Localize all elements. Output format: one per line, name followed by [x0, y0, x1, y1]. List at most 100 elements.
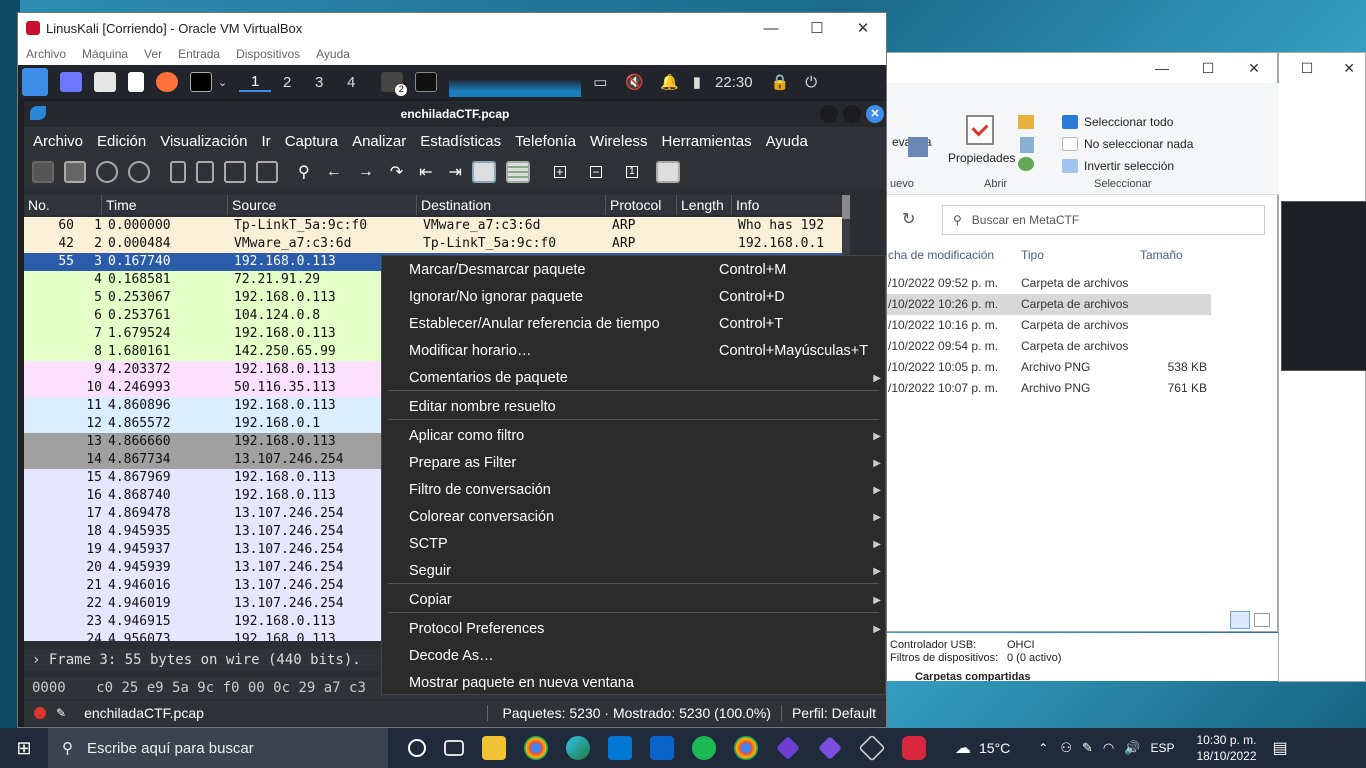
chevron-down-icon[interactable]: ⌄ — [218, 76, 227, 89]
menu-wireless[interactable]: Wireless — [590, 133, 648, 150]
minimize-button[interactable]: — — [748, 13, 794, 43]
col-length[interactable]: Length — [677, 195, 732, 215]
properties-button[interactable]: Propiedades — [948, 151, 1015, 165]
close-icon[interactable]: ✕ — [1231, 60, 1277, 77]
history-icon[interactable] — [1018, 157, 1034, 171]
close-button[interactable]: ✕ — [866, 105, 884, 123]
menu-entrada[interactable]: Entrada — [178, 47, 220, 61]
resize-columns-icon[interactable] — [655, 161, 680, 183]
context-menu-item[interactable]: Ignorar/No ignorar paquete Control+D — [382, 284, 885, 311]
edit-icon[interactable] — [1020, 137, 1034, 153]
edit-comment-icon[interactable]: ✎ — [56, 706, 66, 720]
select-all-button[interactable]: Seleccionar todo — [1062, 115, 1173, 129]
mute-icon[interactable]: 🔇 — [625, 73, 644, 91]
go-forward-icon[interactable]: → — [358, 163, 374, 181]
select-none-button[interactable]: No seleccionar nada — [1062, 137, 1193, 151]
maximize-icon[interactable]: ☐ — [1301, 60, 1314, 77]
network-icon[interactable]: ⚇ — [1060, 740, 1072, 756]
maximize-button[interactable]: ☐ — [794, 13, 840, 43]
chevron-up-icon[interactable]: ⌃ — [1038, 741, 1048, 755]
col-source[interactable]: Source — [228, 195, 417, 215]
workspace-3[interactable]: 3 — [303, 74, 335, 91]
file-row[interactable]: /10/2022 10:16 p. m. Carpeta de archivos — [886, 315, 1211, 336]
terminal-icon[interactable] — [190, 72, 212, 92]
weather-temp[interactable]: 15°C — [979, 740, 1010, 756]
menu-ayuda[interactable]: Ayuda — [316, 47, 350, 61]
col-destination[interactable]: Destination — [417, 195, 606, 215]
chrome-profile-icon[interactable] — [734, 736, 758, 760]
edge-icon[interactable] — [566, 736, 590, 760]
wireshark-task-icon[interactable] — [415, 72, 438, 92]
desktop-icon[interactable] — [60, 72, 82, 92]
file-manager-icon[interactable] — [94, 72, 116, 92]
capture-status-icon[interactable] — [34, 707, 46, 719]
context-menu-item[interactable]: Copiar ▶ — [382, 587, 885, 614]
virtualbox-icon[interactable] — [902, 736, 926, 760]
context-menu-item[interactable]: Filtro de conversación ▶ — [382, 477, 885, 504]
capture-options-icon[interactable] — [128, 161, 150, 183]
cube-icon[interactable] — [858, 734, 886, 762]
text-editor-icon[interactable] — [128, 72, 144, 92]
col-type[interactable]: Tipo — [1021, 248, 1044, 262]
workspace-1[interactable]: 1 — [239, 73, 272, 92]
bytes-hex[interactable]: c0 25 e9 5a 9c f0 00 0c 29 a7 c3 — [96, 680, 366, 696]
mail-icon[interactable] — [650, 736, 674, 760]
properties-icon[interactable] — [966, 115, 994, 145]
col-date[interactable]: cha de modificación — [888, 248, 994, 262]
details-view-icon[interactable] — [1230, 611, 1250, 629]
go-back-icon[interactable]: ← — [326, 163, 342, 181]
context-menu-item[interactable]: Establecer/Anular referencia de tiempo Co… — [382, 311, 885, 338]
panel-clock[interactable]: 22:30 — [715, 74, 753, 91]
menu-ver[interactable]: Ver — [144, 47, 162, 61]
col-no[interactable]: No. — [24, 195, 102, 215]
reload-file-icon[interactable] — [256, 161, 278, 183]
menu-ayuda[interactable]: Ayuda — [766, 133, 808, 150]
col-time[interactable]: Time — [102, 195, 228, 215]
menu-ir[interactable]: Ir — [262, 133, 271, 150]
weather-icon[interactable]: ☁ — [955, 738, 971, 758]
obsidian-icon[interactable] — [776, 736, 800, 760]
file-row[interactable]: /10/2022 10:26 p. m. Carpeta de archivos — [886, 294, 1211, 315]
zoom-in-icon[interactable]: + — [553, 166, 566, 178]
col-protocol[interactable]: Protocol — [606, 195, 677, 215]
menu-dispositivos[interactable]: Dispositivos — [236, 47, 300, 61]
file-row[interactable]: /10/2022 10:07 p. m. Archivo PNG 761 KB — [886, 378, 1211, 399]
notification-bell-icon[interactable]: 🔔 — [660, 73, 679, 91]
context-menu-item[interactable]: Modificar horario… Control+Mayúsculas+T — [382, 338, 885, 365]
language-indicator[interactable]: ESP — [1150, 741, 1174, 755]
copy-path-icon[interactable] — [908, 137, 928, 157]
file-row[interactable]: /10/2022 09:52 p. m. Carpeta de archivos — [886, 273, 1211, 294]
menu-telefonia[interactable]: Telefonía — [515, 133, 576, 150]
close-file-icon[interactable] — [224, 161, 246, 183]
windows-start-icon[interactable]: ⊞ — [0, 738, 48, 759]
packet-row[interactable]: 2 0.000484 VMware_a7:c3:6d Tp-LinkT_5a:9c:f… — [24, 235, 842, 253]
open-icon[interactable] — [1018, 115, 1034, 129]
wifi-icon[interactable]: ◠ — [1103, 740, 1114, 756]
search-input[interactable]: ⚲ Buscar en MetaCTF — [942, 205, 1265, 235]
notifications-icon[interactable]: ▤ — [1273, 738, 1288, 758]
taskbar-search-input[interactable]: ⚲ Escribe aquí para buscar — [48, 728, 388, 768]
workspace-2[interactable]: 2 — [271, 74, 303, 91]
tiles-view-icon[interactable] — [1254, 613, 1270, 627]
file-row[interactable]: /10/2022 09:54 p. m. Carpeta de archivos — [886, 336, 1211, 357]
col-info[interactable]: Info — [732, 195, 842, 215]
kali-menu-icon[interactable] — [22, 68, 48, 96]
context-menu-item[interactable]: Prepare as Filter ▶ — [382, 450, 885, 477]
context-menu-item[interactable]: Decode As… — [382, 643, 885, 670]
maximize-icon[interactable]: ☐ — [1185, 60, 1231, 77]
minimize-icon[interactable]: — — [1139, 60, 1185, 76]
firefox-icon[interactable] — [156, 72, 178, 92]
file-explorer-icon[interactable] — [482, 736, 506, 760]
start-capture-icon[interactable] — [32, 161, 54, 183]
store-icon[interactable] — [608, 736, 632, 760]
menu-edicion[interactable]: Edición — [97, 133, 146, 150]
display-icon[interactable]: ▭ — [593, 73, 607, 91]
menu-herramientas[interactable]: Herramientas — [662, 133, 752, 150]
status-profile[interactable]: Perfil: Default — [780, 705, 886, 721]
context-menu-item[interactable]: SCTP ▶ — [382, 531, 885, 558]
last-packet-icon[interactable]: ⇥ — [449, 162, 462, 182]
clock[interactable]: 10:30 p. m. 18/10/2022 — [1196, 732, 1256, 764]
context-menu-item[interactable]: Protocol Preferences ▶ — [382, 616, 885, 643]
context-menu-item[interactable]: Seguir ▶ — [382, 558, 885, 585]
maximize-button[interactable] — [843, 105, 861, 123]
